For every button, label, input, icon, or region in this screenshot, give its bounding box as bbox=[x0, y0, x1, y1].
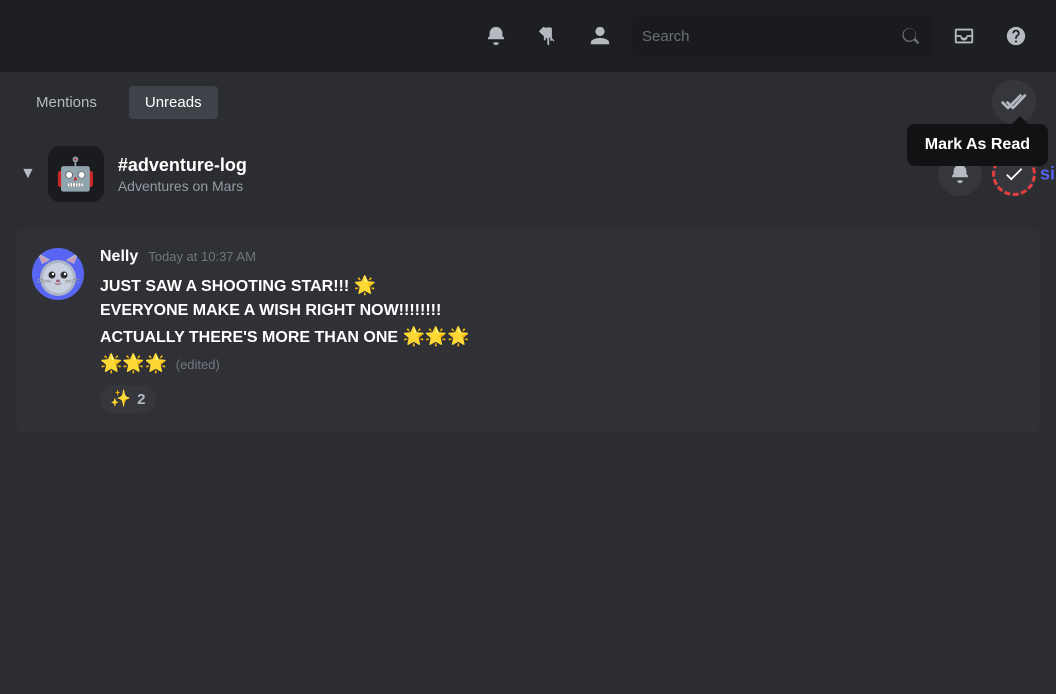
avatar bbox=[32, 248, 84, 300]
help-icon bbox=[1005, 25, 1027, 47]
reaction-emoji: ✨ bbox=[110, 389, 131, 409]
bell-icon bbox=[485, 25, 507, 47]
search-bar[interactable] bbox=[632, 16, 932, 56]
message-row: Nelly Today at 10:37 AM JUST SAW A SHOOT… bbox=[32, 248, 1020, 413]
reaction-button[interactable]: ✨ 2 bbox=[100, 385, 156, 413]
help-icon-btn[interactable] bbox=[996, 16, 1036, 56]
message-line4: 🌟🌟🌟 (edited) bbox=[100, 350, 1020, 377]
double-check-icon bbox=[1001, 89, 1027, 115]
message-line1: JUST SAW A SHOOTING STAR!!! 🌟 bbox=[100, 272, 1020, 299]
message-time: Today at 10:37 AM bbox=[148, 249, 256, 264]
avatar-image bbox=[32, 248, 84, 300]
message-header: Nelly Today at 10:37 AM bbox=[100, 248, 1020, 266]
search-icon bbox=[900, 25, 922, 47]
tooltip-text: Mark As Read bbox=[907, 124, 1048, 166]
channel-bell-icon bbox=[949, 163, 971, 185]
inbox-icon-btn[interactable] bbox=[944, 16, 984, 56]
search-input[interactable] bbox=[642, 28, 892, 45]
person-icon bbox=[589, 25, 611, 47]
tab-unreads[interactable]: Unreads bbox=[129, 86, 218, 119]
channel-row: ▼ 🤖 #adventure-log Adventures on Mars si… bbox=[0, 132, 1056, 216]
reaction-count: 2 bbox=[137, 391, 145, 408]
pin-icon-btn[interactable] bbox=[528, 16, 568, 56]
bell-icon-btn[interactable] bbox=[476, 16, 516, 56]
channel-server-icon: 🤖 bbox=[48, 146, 104, 202]
message-line3: ACTUALLY THERE'S MORE THAN ONE 🌟🌟🌟 bbox=[100, 323, 1020, 350]
inbox-icon bbox=[953, 25, 975, 47]
message-line2: EVERYONE MAKE A WISH RIGHT NOW!!!!!!!! bbox=[100, 299, 1020, 323]
tabs-row: Mentions Unreads Mark As Read bbox=[0, 72, 1056, 132]
top-bar bbox=[0, 0, 1056, 72]
message-author: Nelly bbox=[100, 248, 138, 266]
edited-tag: (edited) bbox=[176, 357, 220, 372]
pin-icon bbox=[537, 25, 559, 47]
reaction-row: ✨ 2 bbox=[100, 377, 1020, 413]
message-content: Nelly Today at 10:37 AM JUST SAW A SHOOT… bbox=[100, 248, 1020, 413]
collapse-arrow[interactable]: ▼ bbox=[20, 165, 36, 183]
message-area: Nelly Today at 10:37 AM JUST SAW A SHOOT… bbox=[16, 228, 1040, 433]
message-text: JUST SAW A SHOOTING STAR!!! 🌟 EVERYONE M… bbox=[100, 272, 1020, 377]
channel-info: #adventure-log Adventures on Mars bbox=[118, 155, 938, 194]
channel-server: Adventures on Mars bbox=[118, 178, 938, 194]
channel-name: #adventure-log bbox=[118, 155, 938, 176]
channel-check-icon bbox=[1003, 163, 1025, 185]
partial-right-text: sin bbox=[1040, 164, 1056, 185]
tab-mentions[interactable]: Mentions bbox=[20, 86, 113, 119]
mark-as-read-tooltip: Mark As Read bbox=[907, 124, 1048, 166]
person-icon-btn[interactable] bbox=[580, 16, 620, 56]
